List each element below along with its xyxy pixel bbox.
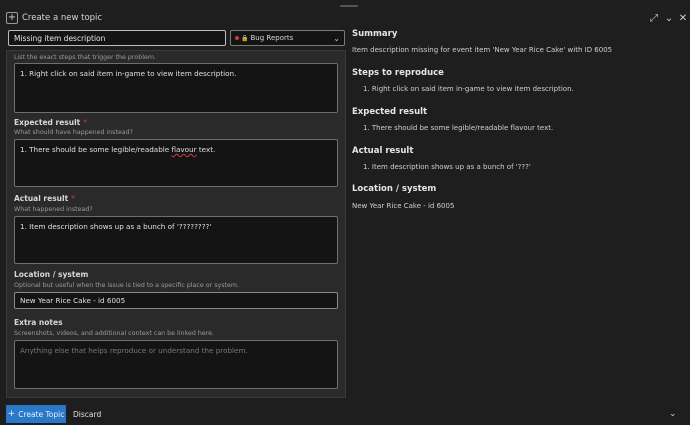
preview-steps-heading: Steps to reproduce <box>352 68 444 78</box>
preview-expected-heading: Expected result <box>352 107 428 117</box>
actual-help: What happened instead? <box>14 206 93 213</box>
editor-panel: 🔒 Bug Reports ⌄ List the exact steps tha… <box>4 28 346 398</box>
expected-help: What should have happened instead? <box>14 129 134 136</box>
extra-notes-textarea[interactable]: Anything else that helps reproduce or un… <box>14 340 338 389</box>
composer-footer: + Create Topic Discard ⌄ <box>0 400 690 425</box>
composer-title: Create a new topic <box>22 13 103 23</box>
create-topic-button[interactable]: + Create Topic <box>6 405 66 423</box>
actual-result-label: Actual result * <box>14 194 75 203</box>
topic-title-input[interactable] <box>8 30 226 46</box>
create-topic-label: Create Topic <box>18 409 65 419</box>
close-icon[interactable]: ✕ <box>676 11 690 25</box>
preview-location-heading: Location / system <box>352 184 437 194</box>
location-help: Optional but useful when the issue is ti… <box>14 282 239 289</box>
bug-report-form: List the exact steps that trigger the pr… <box>6 50 346 398</box>
plus-icon: + <box>7 409 16 419</box>
extra-notes-help: Screenshots, videos, and additional cont… <box>14 330 215 337</box>
expand-icon[interactable]: ⤢ <box>647 11 661 25</box>
steps-help: List the exact steps that trigger the pr… <box>14 54 156 61</box>
preview-actual-heading: Actual result <box>352 146 414 156</box>
preview-steps-item: 1. Right click on said item in-game to v… <box>363 85 574 93</box>
discard-button[interactable]: Discard <box>73 410 101 419</box>
category-select[interactable]: 🔒 Bug Reports ⌄ <box>230 30 345 46</box>
new-topic-plus-icon: + <box>6 12 18 24</box>
composer-header: + Create a new topic ⤢ ⌄ ✕ <box>0 0 690 28</box>
required-marker: * <box>83 118 88 127</box>
steps-textarea[interactable]: 1. Right click on said item in-game to v… <box>14 63 338 113</box>
preview-expected-item: 1. There should be some legible/readable… <box>363 124 554 132</box>
location-input[interactable]: New Year Rice Cake - id 6005 <box>14 292 338 309</box>
drag-handle[interactable] <box>340 5 358 7</box>
required-marker: * <box>71 194 75 203</box>
preview-summary-text: Item description missing for event item … <box>352 46 613 54</box>
preview-location-text: New Year Rice Cake - id 6005 <box>352 202 455 210</box>
chevron-down-icon: ⌄ <box>333 33 340 43</box>
preview-actual-item: 1. Item description shows up as a bunch … <box>363 163 531 171</box>
location-label: Location / system <box>14 270 89 279</box>
extra-notes-label: Extra notes <box>14 318 63 327</box>
preview-summary-heading: Summary <box>352 29 398 39</box>
spellcheck-word[interactable]: flavour <box>171 145 196 154</box>
actual-textarea[interactable]: 1. Item description shows up as a bunch … <box>14 216 338 264</box>
collapse-chevron-icon[interactable]: ⌄ <box>669 409 677 419</box>
expected-textarea[interactable]: 1. There should be some legible/readable… <box>14 139 338 187</box>
expected-result-label: Expected result * <box>14 118 88 127</box>
lock-icon: 🔒 <box>241 34 249 42</box>
category-color-badge <box>235 36 239 40</box>
category-label: Bug Reports <box>250 34 294 42</box>
minimize-icon[interactable]: ⌄ <box>662 11 676 25</box>
